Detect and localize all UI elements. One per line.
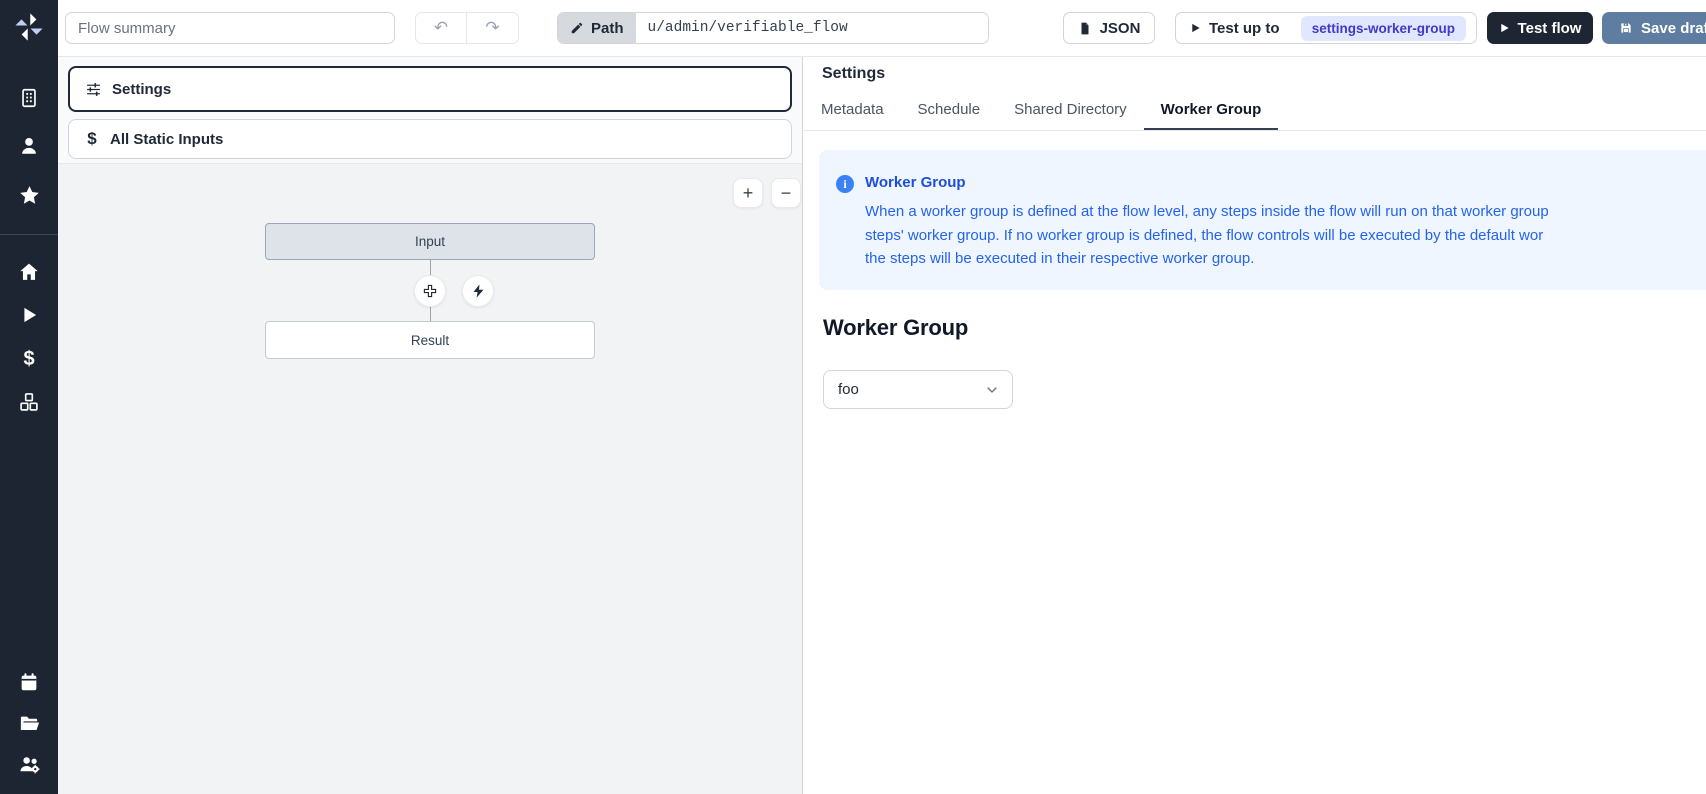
- path-label: Path: [591, 20, 624, 37]
- test-flow-label: Test flow: [1518, 20, 1582, 37]
- windmill-logo: [12, 10, 46, 44]
- result-node[interactable]: Result: [265, 321, 595, 359]
- chevron-down-icon: [984, 382, 1000, 398]
- flow-graph-canvas[interactable]: + − Input Result: [58, 163, 802, 794]
- test-flow-button[interactable]: Test flow: [1487, 12, 1593, 44]
- zoom-out-button[interactable]: −: [771, 178, 801, 208]
- undo-redo-group: ↶ ↷: [415, 12, 519, 44]
- tab-schedule[interactable]: Schedule: [901, 93, 998, 130]
- pencil-icon: [570, 21, 584, 35]
- home-icon: [18, 261, 40, 283]
- topbar: ↶ ↷ Path u/admin/verifiable_flow JSON Te…: [58, 0, 1706, 57]
- dollar-icon: $: [84, 129, 100, 149]
- undo-button[interactable]: ↶: [416, 13, 467, 43]
- folder-icon: [18, 712, 41, 735]
- flow-modules-header: Settings $ All Static Inputs: [58, 57, 802, 163]
- worker-group-select[interactable]: foo: [823, 370, 1013, 409]
- users-gear-icon: [18, 753, 41, 776]
- info-content: Worker Group When a worker group is defi…: [865, 174, 1549, 290]
- file-json-icon: [1078, 21, 1092, 36]
- flow-summary-input[interactable]: [65, 12, 395, 44]
- settings-panel-title: Settings: [822, 65, 885, 83]
- sidebar-item-home[interactable]: [0, 258, 58, 286]
- undo-icon: ↶: [434, 18, 448, 38]
- flow-settings-module[interactable]: Settings: [68, 66, 792, 112]
- settings-panel: Settings Metadata Schedule Shared Direct…: [802, 57, 1706, 794]
- redo-icon: ↷: [485, 18, 499, 38]
- info-text-line: When a worker group is defined at the fl…: [865, 200, 1549, 224]
- test-up-to-label: Test up to: [1209, 20, 1280, 37]
- save-icon: [1619, 21, 1633, 35]
- json-button[interactable]: JSON: [1063, 12, 1155, 44]
- sidebar-item-runs[interactable]: [0, 301, 58, 329]
- plus-icon: [422, 283, 438, 299]
- user-icon: [18, 135, 40, 157]
- windmill-logo-icon[interactable]: [0, 13, 58, 41]
- worker-group-info-box: i Worker Group When a worker group is de…: [819, 150, 1706, 290]
- edit-path-button[interactable]: Path: [558, 13, 636, 43]
- tab-metadata[interactable]: Metadata: [804, 93, 901, 130]
- trigger-button[interactable]: [462, 275, 494, 307]
- play-icon: [1499, 22, 1510, 34]
- input-node-label: Input: [415, 234, 445, 249]
- tab-worker-group[interactable]: Worker Group: [1144, 93, 1279, 130]
- sidebar-item-folders[interactable]: [0, 709, 58, 737]
- info-text-line: steps' worker group. If no worker group …: [865, 224, 1549, 248]
- sidebar-item-resources[interactable]: [0, 388, 58, 416]
- settings-tabs: Metadata Schedule Shared Directory Worke…: [804, 93, 1706, 131]
- info-icon: i: [836, 175, 854, 193]
- add-step-button[interactable]: [414, 275, 446, 307]
- redo-button[interactable]: ↷: [467, 13, 518, 43]
- zoom-in-button[interactable]: +: [733, 178, 763, 208]
- calendar-icon: [18, 671, 40, 693]
- sidebar-item-user[interactable]: [0, 132, 58, 160]
- json-button-label: JSON: [1100, 20, 1141, 37]
- test-up-to-button[interactable]: Test up to settings-worker-group: [1175, 12, 1477, 44]
- input-node[interactable]: Input: [265, 223, 595, 260]
- sidebar-item-variables[interactable]: $: [0, 345, 58, 373]
- path-value[interactable]: u/admin/verifiable_flow: [636, 13, 860, 43]
- static-inputs-label: All Static Inputs: [110, 131, 223, 148]
- worker-group-section-title: Worker Group: [823, 315, 968, 341]
- sidebar-item-groups[interactable]: [0, 750, 58, 778]
- lightning-bolt-icon: [471, 283, 486, 299]
- worker-group-select-value: foo: [838, 381, 859, 398]
- sliders-icon: [85, 81, 102, 98]
- star-icon: [18, 184, 41, 207]
- sidebar-divider: [0, 234, 58, 235]
- sidebar-item-schedules[interactable]: [0, 668, 58, 696]
- save-draft-button[interactable]: Save draft: [1602, 12, 1706, 44]
- result-node-label: Result: [411, 333, 449, 348]
- settings-module-label: Settings: [112, 81, 171, 98]
- info-text-line: the steps will be executed in their resp…: [865, 247, 1549, 271]
- test-up-to-target-badge[interactable]: settings-worker-group: [1301, 16, 1466, 41]
- info-title: Worker Group: [865, 174, 1549, 191]
- play-icon: [1190, 22, 1201, 34]
- dollar-icon: $: [23, 349, 34, 369]
- sidebar-item-workspace[interactable]: [0, 84, 58, 112]
- path-group: Path u/admin/verifiable_flow: [557, 12, 989, 44]
- all-static-inputs-module[interactable]: $ All Static Inputs: [68, 119, 792, 159]
- sidebar-item-favorites[interactable]: [0, 181, 58, 209]
- boxes-icon: [18, 391, 40, 413]
- building-icon: [18, 87, 40, 109]
- tab-shared-directory[interactable]: Shared Directory: [997, 93, 1144, 130]
- play-icon: [19, 305, 39, 325]
- app-sidebar: $: [0, 0, 58, 794]
- save-draft-label: Save draft: [1641, 20, 1706, 37]
